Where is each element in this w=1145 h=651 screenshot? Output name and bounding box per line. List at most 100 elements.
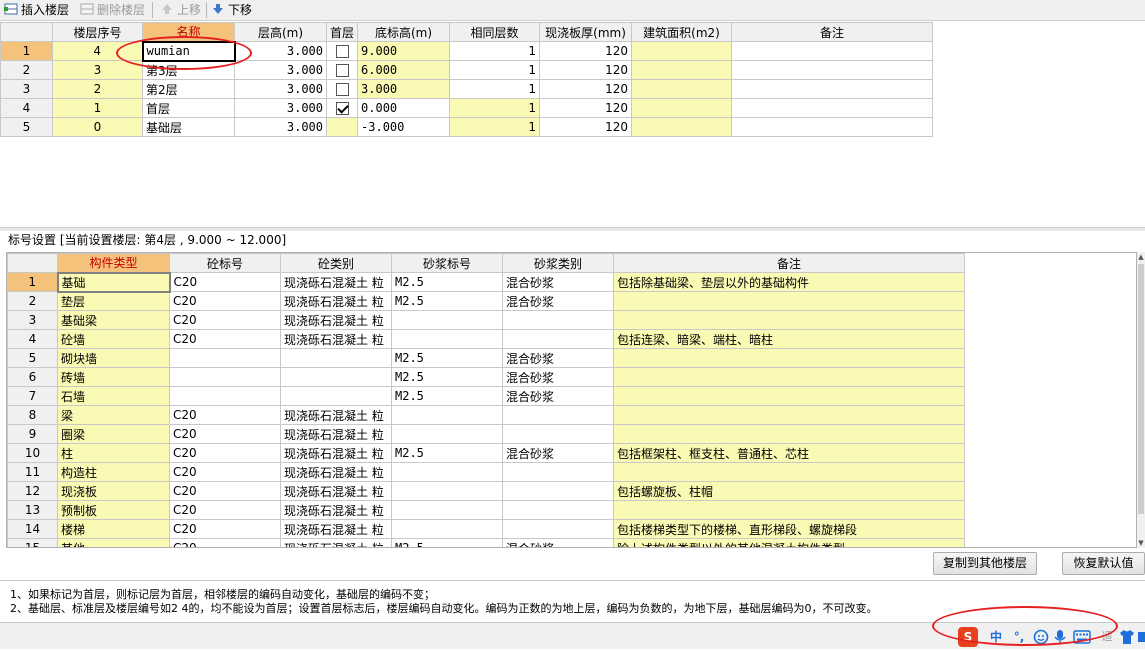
row-header[interactable]: 14 (7, 519, 58, 539)
concrete-category-cell[interactable]: 现浇砾石混凝土 粒 (280, 291, 392, 311)
floor-height-cell[interactable]: 3.000 (234, 41, 327, 61)
first-floor-checkbox[interactable] (335, 83, 349, 96)
floor-seq-cell[interactable]: 0 (52, 117, 143, 137)
col-header-area[interactable]: 建筑面积(m2) (631, 22, 733, 42)
concrete-grade-cell[interactable]: C20 (169, 329, 281, 349)
move-down-button[interactable]: 下移 (211, 1, 252, 20)
row-header[interactable]: 9 (7, 424, 58, 444)
mortar-grade-cell[interactable]: M2.5 (391, 386, 503, 406)
mortar-category-cell[interactable]: 混合砂浆 (502, 272, 614, 292)
slab-thickness-cell[interactable]: 120 (539, 117, 633, 137)
table-row[interactable]: 11 构造柱 C20 现浇砾石混凝土 粒 (7, 462, 965, 482)
mortar-category-cell[interactable] (502, 481, 614, 501)
table-row[interactable]: 6 砖墙 M2.5 混合砂浆 (7, 367, 965, 387)
note-cell[interactable] (731, 41, 934, 61)
mortar-grade-cell[interactable] (391, 519, 503, 539)
mortar-grade-cell[interactable]: M2.5 (391, 291, 503, 311)
row-header[interactable]: 8 (7, 405, 58, 425)
same-count-cell[interactable]: 1 (449, 117, 541, 137)
area-cell[interactable] (631, 60, 733, 80)
concrete-category-cell[interactable]: 现浇砾石混凝土 粒 (280, 424, 392, 444)
floor-height-cell[interactable]: 3.000 (234, 60, 327, 80)
area-cell[interactable] (631, 41, 733, 61)
concrete-category-cell[interactable]: 现浇砾石混凝土 粒 (280, 310, 392, 330)
col-header-note[interactable]: 备注 (731, 22, 934, 42)
table-row[interactable]: 5 砌块墙 M2.5 混合砂浆 (7, 348, 965, 368)
col-header-mortar-category[interactable]: 砂浆类别 (502, 253, 614, 273)
mortar-category-cell[interactable] (502, 329, 614, 349)
row-header[interactable]: 6 (7, 367, 58, 387)
floor-name-cell[interactable]: 第2层 (142, 79, 235, 99)
concrete-grade-cell[interactable]: C20 (169, 519, 281, 539)
mortar-category-cell[interactable] (502, 310, 614, 330)
row-header[interactable]: 11 (7, 462, 58, 482)
table-row[interactable]: 13 预制板 C20 现浇砾石混凝土 粒 (7, 500, 965, 520)
table-row[interactable]: 1 4 wumian 3.000 9.000 1 120 (0, 40, 934, 62)
mortar-grade-cell[interactable] (391, 329, 503, 349)
note-cell[interactable] (731, 98, 934, 118)
row-header[interactable]: 10 (7, 443, 58, 463)
copy-to-other-floors-button[interactable]: 复制到其他楼层 (933, 552, 1037, 575)
col-header-same-count[interactable]: 相同层数 (449, 22, 541, 42)
col-header-concrete-category[interactable]: 砼类别 (280, 253, 392, 273)
floor-elevation-cell[interactable]: 0.000 (357, 98, 451, 118)
grade-note-cell[interactable] (613, 405, 965, 425)
grade-note-cell[interactable]: 包括楼梯类型下的楼梯、直形梯段、螺旋梯段 (613, 519, 965, 539)
concrete-category-cell[interactable]: 现浇砾石混凝土 粒 (280, 405, 392, 425)
first-floor-cell[interactable] (325, 60, 359, 80)
mortar-grade-cell[interactable] (391, 424, 503, 444)
floor-elevation-cell[interactable]: 9.000 (357, 41, 451, 61)
floor-name-cell[interactable]: 基础层 (142, 117, 235, 137)
concrete-category-cell[interactable] (280, 386, 392, 406)
row-header[interactable]: 13 (7, 500, 58, 520)
col-header-first[interactable]: 首层 (325, 22, 359, 42)
mortar-grade-cell[interactable]: M2.5 (391, 348, 503, 368)
ime-language-toggle[interactable]: 中 (986, 627, 1006, 647)
keyboard-icon[interactable] (1072, 627, 1092, 647)
concrete-category-cell[interactable]: 现浇砾石混凝土 粒 (280, 500, 392, 520)
table-row[interactable]: 2 3 第3层 3.000 6.000 1 120 (0, 60, 934, 80)
concrete-grade-cell[interactable]: C20 (169, 443, 281, 463)
floor-seq-cell[interactable]: 1 (52, 98, 143, 118)
mortar-category-cell[interactable] (502, 405, 614, 425)
row-header[interactable]: 5 (7, 348, 58, 368)
first-floor-checkbox[interactable] (335, 45, 349, 58)
mortar-grade-cell[interactable] (391, 405, 503, 425)
microphone-icon[interactable] (1052, 627, 1068, 647)
mortar-category-cell[interactable]: 混合砂浆 (502, 367, 614, 387)
table-row[interactable]: 12 现浇板 C20 现浇砾石混凝土 粒 包括螺旋板、柱帽 (7, 481, 965, 501)
delete-floor-button[interactable]: 删除楼层 (80, 1, 145, 20)
component-type-cell[interactable]: 预制板 (57, 500, 170, 520)
restore-defaults-button[interactable]: 恢复默认值 (1062, 552, 1145, 575)
concrete-grade-cell[interactable]: C20 (169, 272, 281, 292)
move-up-button[interactable]: 上移 (160, 1, 201, 20)
insert-floor-button[interactable]: 插入楼层 (4, 1, 69, 20)
concrete-category-cell[interactable] (280, 348, 392, 368)
slab-thickness-cell[interactable]: 120 (539, 60, 633, 80)
col-header-seq[interactable]: 楼层序号 (52, 22, 143, 42)
table-row[interactable]: 2 垫层 C20 现浇砾石混凝土 粒 M2.5 混合砂浆 (7, 291, 965, 311)
first-floor-cell[interactable] (325, 41, 359, 61)
floor-name-cell[interactable]: 第3层 (142, 60, 235, 80)
slab-thickness-cell[interactable]: 120 (539, 41, 633, 61)
table-row[interactable]: 7 石墙 M2.5 混合砂浆 (7, 386, 965, 406)
same-count-cell[interactable]: 1 (449, 60, 541, 80)
mortar-category-cell[interactable]: 混合砂浆 (502, 348, 614, 368)
scroll-thumb[interactable] (1138, 264, 1144, 514)
concrete-category-cell[interactable]: 现浇砾石混凝土 粒 (280, 462, 392, 482)
row-header[interactable]: 2 (0, 60, 53, 80)
panel-splitter[interactable] (0, 227, 1145, 231)
area-cell[interactable] (631, 117, 733, 137)
col-header-slab-thickness[interactable]: 现浇板厚(mm) (539, 22, 633, 42)
floor-name-cell[interactable]: 首层 (142, 98, 235, 118)
concrete-grade-cell[interactable] (169, 386, 281, 406)
table-row[interactable]: 10 柱 C20 现浇砾石混凝土 粒 M2.5 混合砂浆 包括框架柱、框支柱、普… (7, 443, 965, 463)
col-header-elevation[interactable]: 底标高(m) (357, 22, 451, 42)
grade-note-cell[interactable] (613, 348, 965, 368)
component-type-cell[interactable]: 砖墙 (57, 367, 170, 387)
concrete-category-cell[interactable] (280, 367, 392, 387)
component-type-cell[interactable]: 砌块墙 (57, 348, 170, 368)
floor-seq-cell[interactable]: 4 (52, 41, 143, 61)
scroll-down-icon[interactable]: ▼ (1137, 538, 1145, 548)
slab-thickness-cell[interactable]: 120 (539, 79, 633, 99)
